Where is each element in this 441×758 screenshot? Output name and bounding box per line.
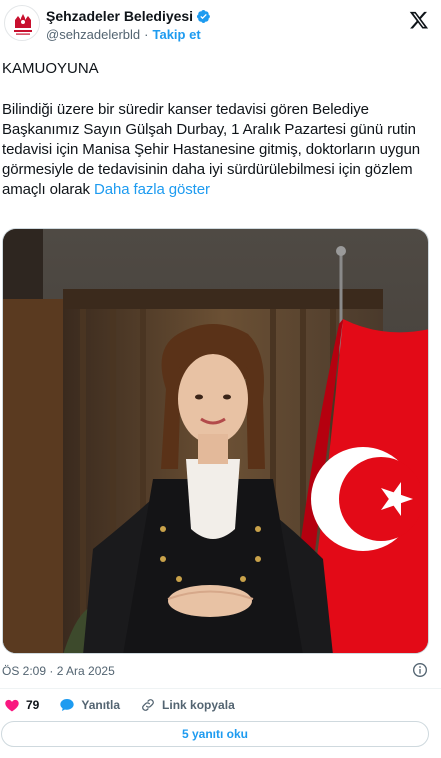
- post-body: Bilindiği üzere bir süredir kanser tedav…: [2, 100, 427, 200]
- account-handle[interactable]: @sehzadelerbld: [46, 27, 140, 42]
- divider: [0, 688, 441, 689]
- post-timestamp[interactable]: ÖS 2:09 · 2 Ara 2025: [2, 664, 115, 678]
- reply-bubble-icon: [60, 699, 75, 711]
- copy-link-button[interactable]: Link kopyala: [140, 697, 235, 713]
- municipality-logo-icon: [6, 7, 39, 40]
- post-photo[interactable]: [2, 228, 429, 654]
- handle-row: @sehzadelerbld · Takip et: [46, 27, 201, 42]
- post-header: Şehzadeler Belediyesi @sehzadelerbld · T…: [0, 0, 441, 50]
- account-name[interactable]: Şehzadeler Belediyesi: [46, 8, 193, 24]
- like-count: 79: [26, 698, 40, 712]
- follow-button[interactable]: Takip et: [153, 27, 201, 42]
- x-logo-icon[interactable]: [409, 10, 429, 30]
- reply-label: Yanıtla: [81, 698, 121, 712]
- post-actions: 79 Yanıtla Link kopyala: [0, 695, 255, 715]
- info-icon[interactable]: [412, 662, 428, 678]
- account-name-row[interactable]: Şehzadeler Belediyesi: [46, 8, 211, 24]
- copy-link-label: Link kopyala: [162, 698, 235, 712]
- reply-button[interactable]: Yanıtla: [59, 697, 120, 713]
- like-button[interactable]: 79: [4, 697, 39, 713]
- post-heading: KAMUOYUNA: [2, 60, 99, 77]
- handle-separator: ·: [144, 27, 149, 42]
- account-avatar[interactable]: [4, 5, 40, 41]
- read-replies-button[interactable]: 5 yanıtı oku: [1, 721, 429, 747]
- show-more-link[interactable]: Daha fazla göster: [94, 181, 210, 198]
- heart-icon: [5, 699, 19, 712]
- portrait-photo-icon: [3, 229, 428, 653]
- verified-badge-icon: [197, 9, 210, 23]
- post-body-text: Bilindiği üzere bir süredir kanser tedav…: [2, 101, 420, 198]
- link-icon: [142, 699, 154, 711]
- read-replies-label: 5 yanıtı oku: [181, 727, 249, 741]
